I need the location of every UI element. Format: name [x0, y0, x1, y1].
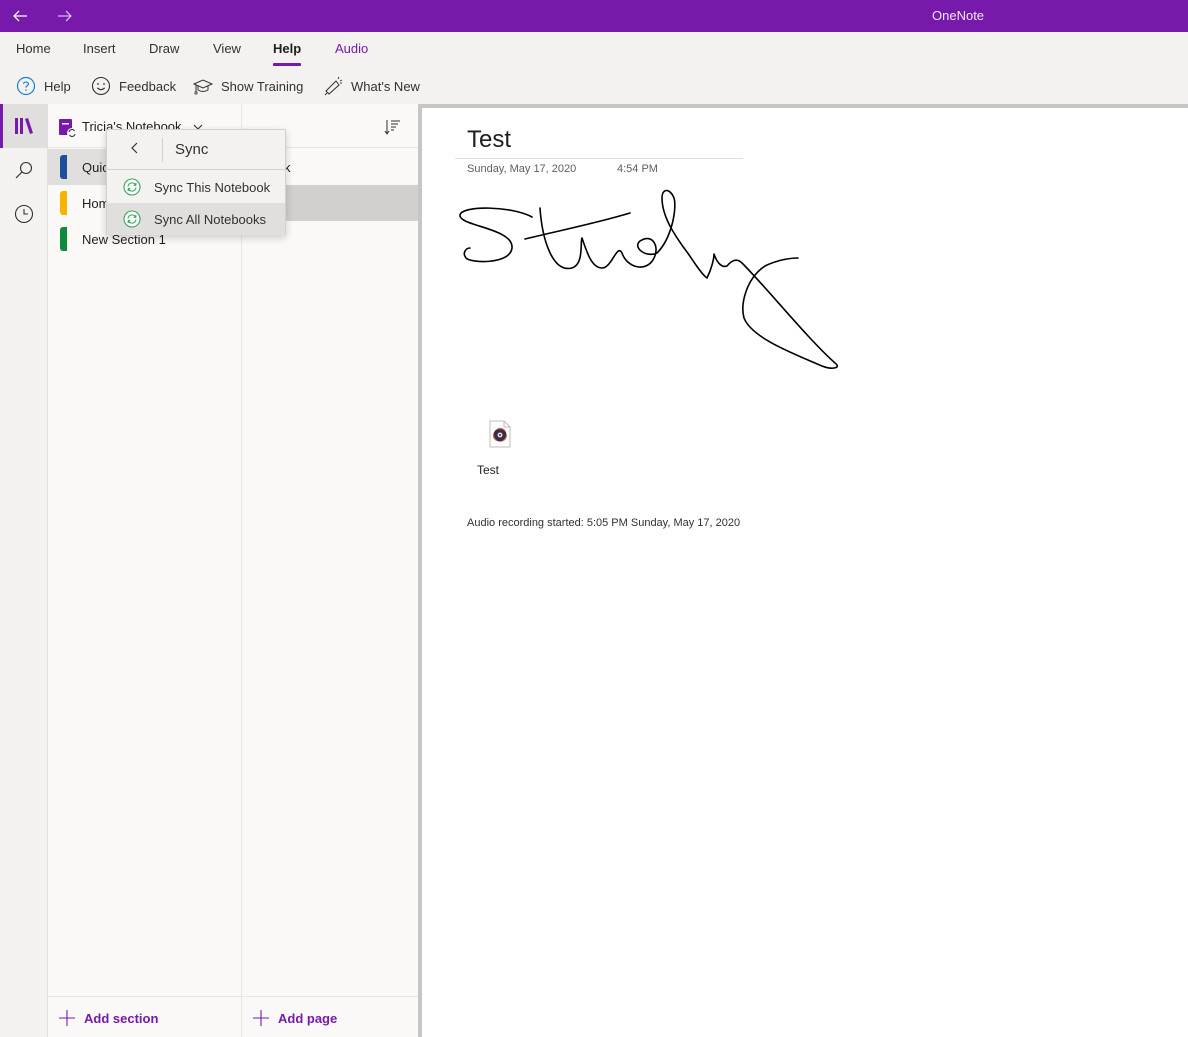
ribbon-tabs: Home Insert Draw View Help Audio [0, 32, 1188, 68]
section-color-tab [60, 227, 67, 251]
ink-stroke-t-and-u [539, 207, 623, 270]
pages-footer: Add page [242, 996, 418, 1037]
ribbon-commands: Help Feedback Show Training What's New [0, 68, 1188, 104]
section-label: Quic [82, 160, 109, 175]
audio-file-icon [489, 420, 511, 448]
whats-new-button[interactable]: What's New [323, 74, 420, 98]
rail-notebooks[interactable] [0, 104, 48, 148]
sync-icon [123, 210, 141, 228]
ink-stroke-y [683, 247, 839, 369]
popup-header-divider [162, 138, 163, 162]
help-label: Help [44, 78, 71, 94]
tab-view[interactable]: View [213, 41, 241, 56]
rail-recent[interactable] [0, 192, 48, 236]
show-training-label: Show Training [221, 78, 304, 94]
notebook-sync-icon [59, 119, 77, 138]
plus-icon [253, 1010, 269, 1026]
forward-button[interactable] [53, 4, 77, 28]
search-icon [15, 161, 33, 179]
page-canvas[interactable]: Test Sunday, May 17, 2020 4:54 PM Test A… [422, 108, 1188, 1037]
sync-popup-title: Sync [175, 141, 209, 158]
audio-attachment[interactable] [484, 420, 516, 453]
audio-recording-note: Audio recording started: 5:05 PM Sunday,… [467, 517, 741, 529]
app-title: OneNote [932, 8, 985, 23]
arrow-right-icon [58, 10, 72, 22]
chevron-left-icon [131, 142, 138, 154]
sync-all-notebooks-item[interactable]: Sync All Notebooks [107, 203, 285, 235]
add-section-label: Add section [84, 1010, 159, 1026]
megaphone-icon [323, 76, 343, 96]
add-section-button[interactable]: Add section [58, 1009, 158, 1027]
sort-icon [384, 120, 400, 135]
sort-button[interactable] [384, 118, 402, 136]
show-training-button[interactable]: Show Training [193, 74, 303, 98]
section-color-tab [60, 191, 67, 215]
pages-pane [242, 104, 418, 1037]
sync-this-notebook-label: Sync This Notebook [154, 180, 271, 195]
feedback-label: Feedback [119, 78, 177, 94]
ink-stroke-s [459, 207, 533, 263]
help-button[interactable]: Help [16, 74, 71, 98]
popup-back-button[interactable] [119, 138, 151, 162]
question-circle-icon [16, 76, 36, 96]
arrow-left-icon [13, 10, 27, 22]
whats-new-label: What's New [351, 78, 420, 94]
rail-search[interactable] [0, 148, 48, 192]
tab-insert[interactable]: Insert [83, 41, 116, 56]
navigation-rail [0, 104, 48, 1037]
plus-icon [59, 1010, 75, 1026]
sync-all-notebooks-label: Sync All Notebooks [154, 212, 267, 227]
add-page-button[interactable]: Add page [252, 1009, 337, 1027]
sync-this-notebook-item[interactable]: Sync This Notebook [107, 171, 285, 203]
audio-attachment-label: Test [477, 463, 500, 477]
graduation-cap-icon [193, 76, 213, 96]
tab-home[interactable]: Home [16, 41, 51, 56]
section-color-tab [60, 155, 67, 179]
sync-popup: Sync Sync This Notebook Sync All Noteboo… [106, 129, 286, 235]
feedback-button[interactable]: Feedback [91, 74, 176, 98]
ink-stroke-d [621, 189, 685, 268]
back-button[interactable] [8, 4, 32, 28]
sync-icon [123, 178, 141, 196]
library-icon [15, 118, 33, 134]
tab-draw[interactable]: Draw [149, 41, 179, 56]
sections-footer: Add section [48, 996, 242, 1037]
smiley-icon [91, 76, 111, 96]
clock-icon [14, 204, 34, 224]
add-page-label: Add page [278, 1010, 338, 1026]
ink-drawing[interactable] [422, 108, 1188, 408]
tab-help[interactable]: Help [273, 41, 302, 66]
tab-audio[interactable]: Audio [335, 41, 368, 56]
sync-popup-header: Sync [107, 130, 285, 170]
title-bar: OneNote [0, 0, 1188, 32]
